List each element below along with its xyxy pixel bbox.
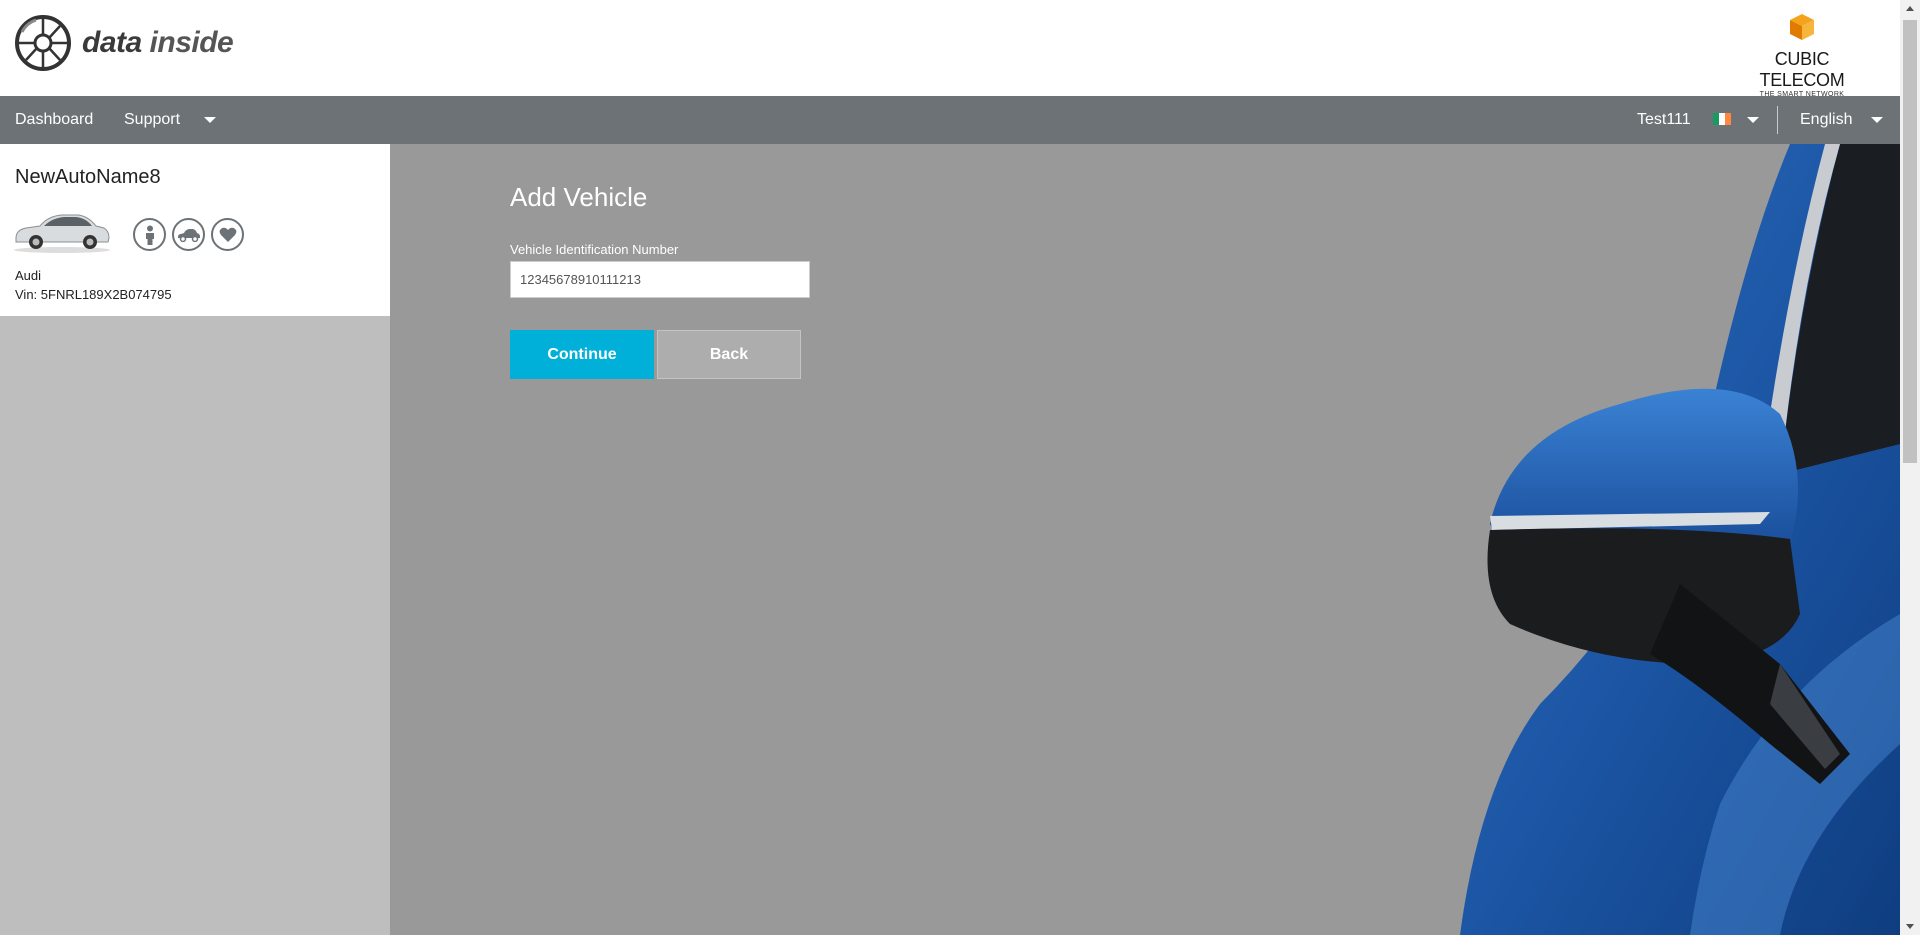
data-inside-logo[interactable]: data inside — [14, 14, 234, 72]
back-button[interactable]: Back — [657, 330, 801, 379]
language-dropdown-icon[interactable] — [1871, 96, 1883, 144]
nav-dashboard[interactable]: Dashboard — [15, 96, 93, 144]
app-header: data inside CUBIC TELECOM THE SMART NETW… — [0, 0, 1900, 98]
scroll-down-arrow-icon[interactable] — [1900, 918, 1920, 935]
continue-button[interactable]: Continue — [510, 330, 654, 379]
vehicle-sidebar: NewAutoName8 Audi Vin: 5FNRL189X2B074795 — [0, 144, 390, 935]
vehicle-vin: Vin: 5FNRL189X2B074795 — [15, 287, 172, 302]
logo-word-inside: inside — [149, 26, 234, 59]
page-scrollbar[interactable] — [1900, 0, 1920, 935]
support-dropdown-icon[interactable] — [204, 96, 216, 144]
car-mirror-hero-image — [1460, 144, 1900, 935]
person-icon[interactable] — [133, 218, 166, 251]
scroll-up-arrow-icon[interactable] — [1900, 0, 1920, 17]
main-navbar: Dashboard Support Test111 English — [0, 96, 1900, 144]
vehicle-make: Audi — [15, 268, 42, 283]
nav-support[interactable]: Support — [124, 96, 180, 144]
car-thumbnail-icon — [14, 214, 110, 253]
logo-wordmark: data inside — [82, 26, 234, 60]
user-dropdown-icon[interactable] — [1747, 96, 1759, 144]
logo-word-data: data — [82, 26, 142, 59]
language-selector[interactable]: English — [1800, 96, 1852, 144]
cubic-telecom-logo[interactable]: CUBIC TELECOM THE SMART NETWORK — [1732, 12, 1872, 98]
cube-icon — [1790, 14, 1814, 40]
scrollbar-thumb[interactable] — [1903, 20, 1917, 463]
vehicle-name: NewAutoName8 — [15, 166, 161, 188]
wheel-logo-icon — [15, 15, 71, 71]
heart-icon[interactable] — [211, 218, 244, 251]
partner-name: CUBIC TELECOM — [1759, 49, 1845, 90]
vin-input[interactable] — [510, 261, 810, 298]
ireland-flag-icon — [1713, 113, 1731, 125]
page-title: Add Vehicle — [510, 182, 648, 212]
main-content: Add Vehicle Vehicle Identification Numbe… — [390, 144, 1900, 935]
user-menu[interactable]: Test111 — [1637, 96, 1691, 144]
vehicle-card[interactable]: NewAutoName8 Audi Vin: 5FNRL189X2B074795 — [0, 144, 390, 316]
vin-label: Vehicle Identification Number — [510, 242, 679, 257]
car-icon[interactable] — [172, 218, 205, 251]
nav-divider — [1777, 106, 1778, 134]
